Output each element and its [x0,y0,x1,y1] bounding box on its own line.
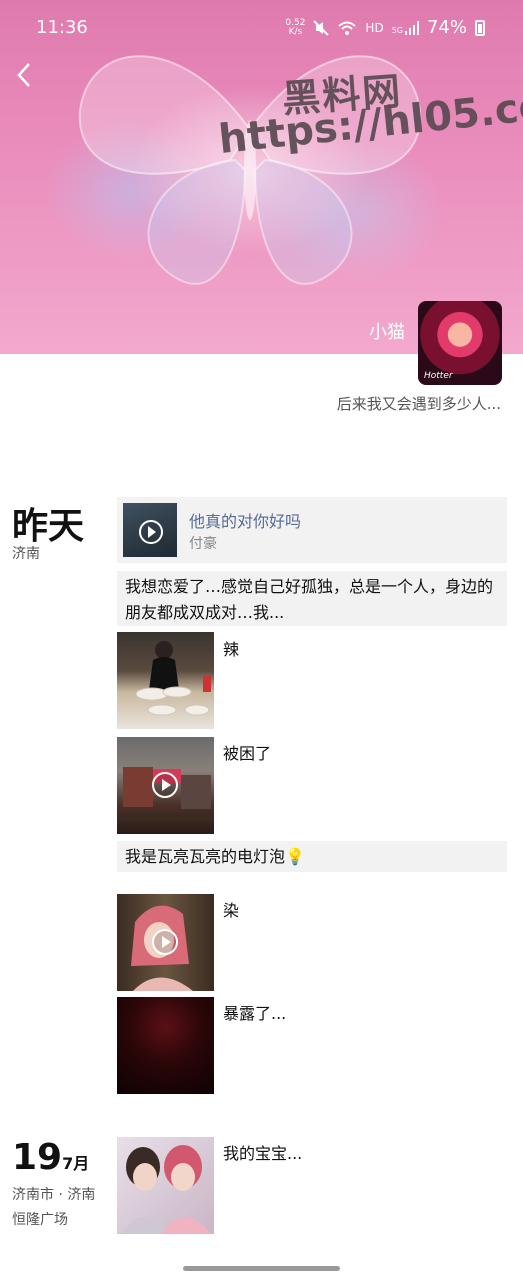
shared-music-card[interactable]: 他真的对你好吗 付豪 [117,497,507,563]
network-speed: 0.52 K/s [285,18,305,37]
date-label: 197月 [12,1137,89,1178]
back-button[interactable] [16,62,42,92]
hd-label: HD [365,20,384,35]
photo-thumbnail[interactable] [117,997,214,1094]
post-caption[interactable]: 染 [223,897,239,921]
wifi-icon [338,21,357,35]
photo-thumbnail[interactable] [117,632,214,729]
post-caption[interactable]: 我的宝宝... [223,1140,302,1164]
location-label: 济南市 · 济南恒隆广场 [12,1187,96,1228]
post-caption[interactable]: 辣 [223,636,239,660]
play-icon [139,520,163,544]
home-indicator[interactable] [183,1266,340,1271]
share-author: 付豪 [189,536,217,552]
battery-icon [475,19,485,36]
avatar[interactable]: Hotter [418,301,502,385]
signal-bars-icon [404,20,419,35]
profile-signature: 后来我又会遇到多少人... [336,395,501,413]
video-thumbnail[interactable] [117,894,214,991]
play-icon [152,772,178,798]
text-post[interactable]: 我是瓦亮瓦亮的电灯泡💡 [117,841,507,872]
post-caption[interactable]: 被困了 [223,740,271,764]
avatar-tag: Hotter [424,371,453,381]
date-day: 19 [12,1137,63,1178]
status-bar: 11:36 0.52 K/s HD 5G 74% [0,0,523,56]
post-caption[interactable]: 暴露了... [223,1000,286,1024]
network-speed-unit: K/s [288,26,303,37]
date-month: 7月 [62,1154,90,1173]
two-girls-photo-art [121,1145,211,1234]
photo-thumbnail[interactable] [117,1137,214,1234]
dinner-photo-art [135,641,211,716]
mute-icon [313,19,330,36]
share-title: 他真的对你好吗 [189,512,302,531]
text-post[interactable]: 我想恋爱了…感觉自己好孤独，总是一个人，身边的朋友都成双成对…我... [117,571,507,626]
location-label: 济南 [12,546,40,562]
network-type: 5G [391,25,403,35]
chevron-left-icon [17,63,30,87]
status-icons: 0.52 K/s HD 5G 74% [285,17,485,38]
video-thumbnail[interactable] [117,737,214,834]
profile-name[interactable]: 小猫 [369,318,405,344]
signal-icon: 5G [391,20,419,35]
battery-percent: 74% [426,17,467,38]
status-time: 11:36 [36,17,88,38]
play-icon [152,929,178,955]
share-thumbnail [123,503,177,557]
